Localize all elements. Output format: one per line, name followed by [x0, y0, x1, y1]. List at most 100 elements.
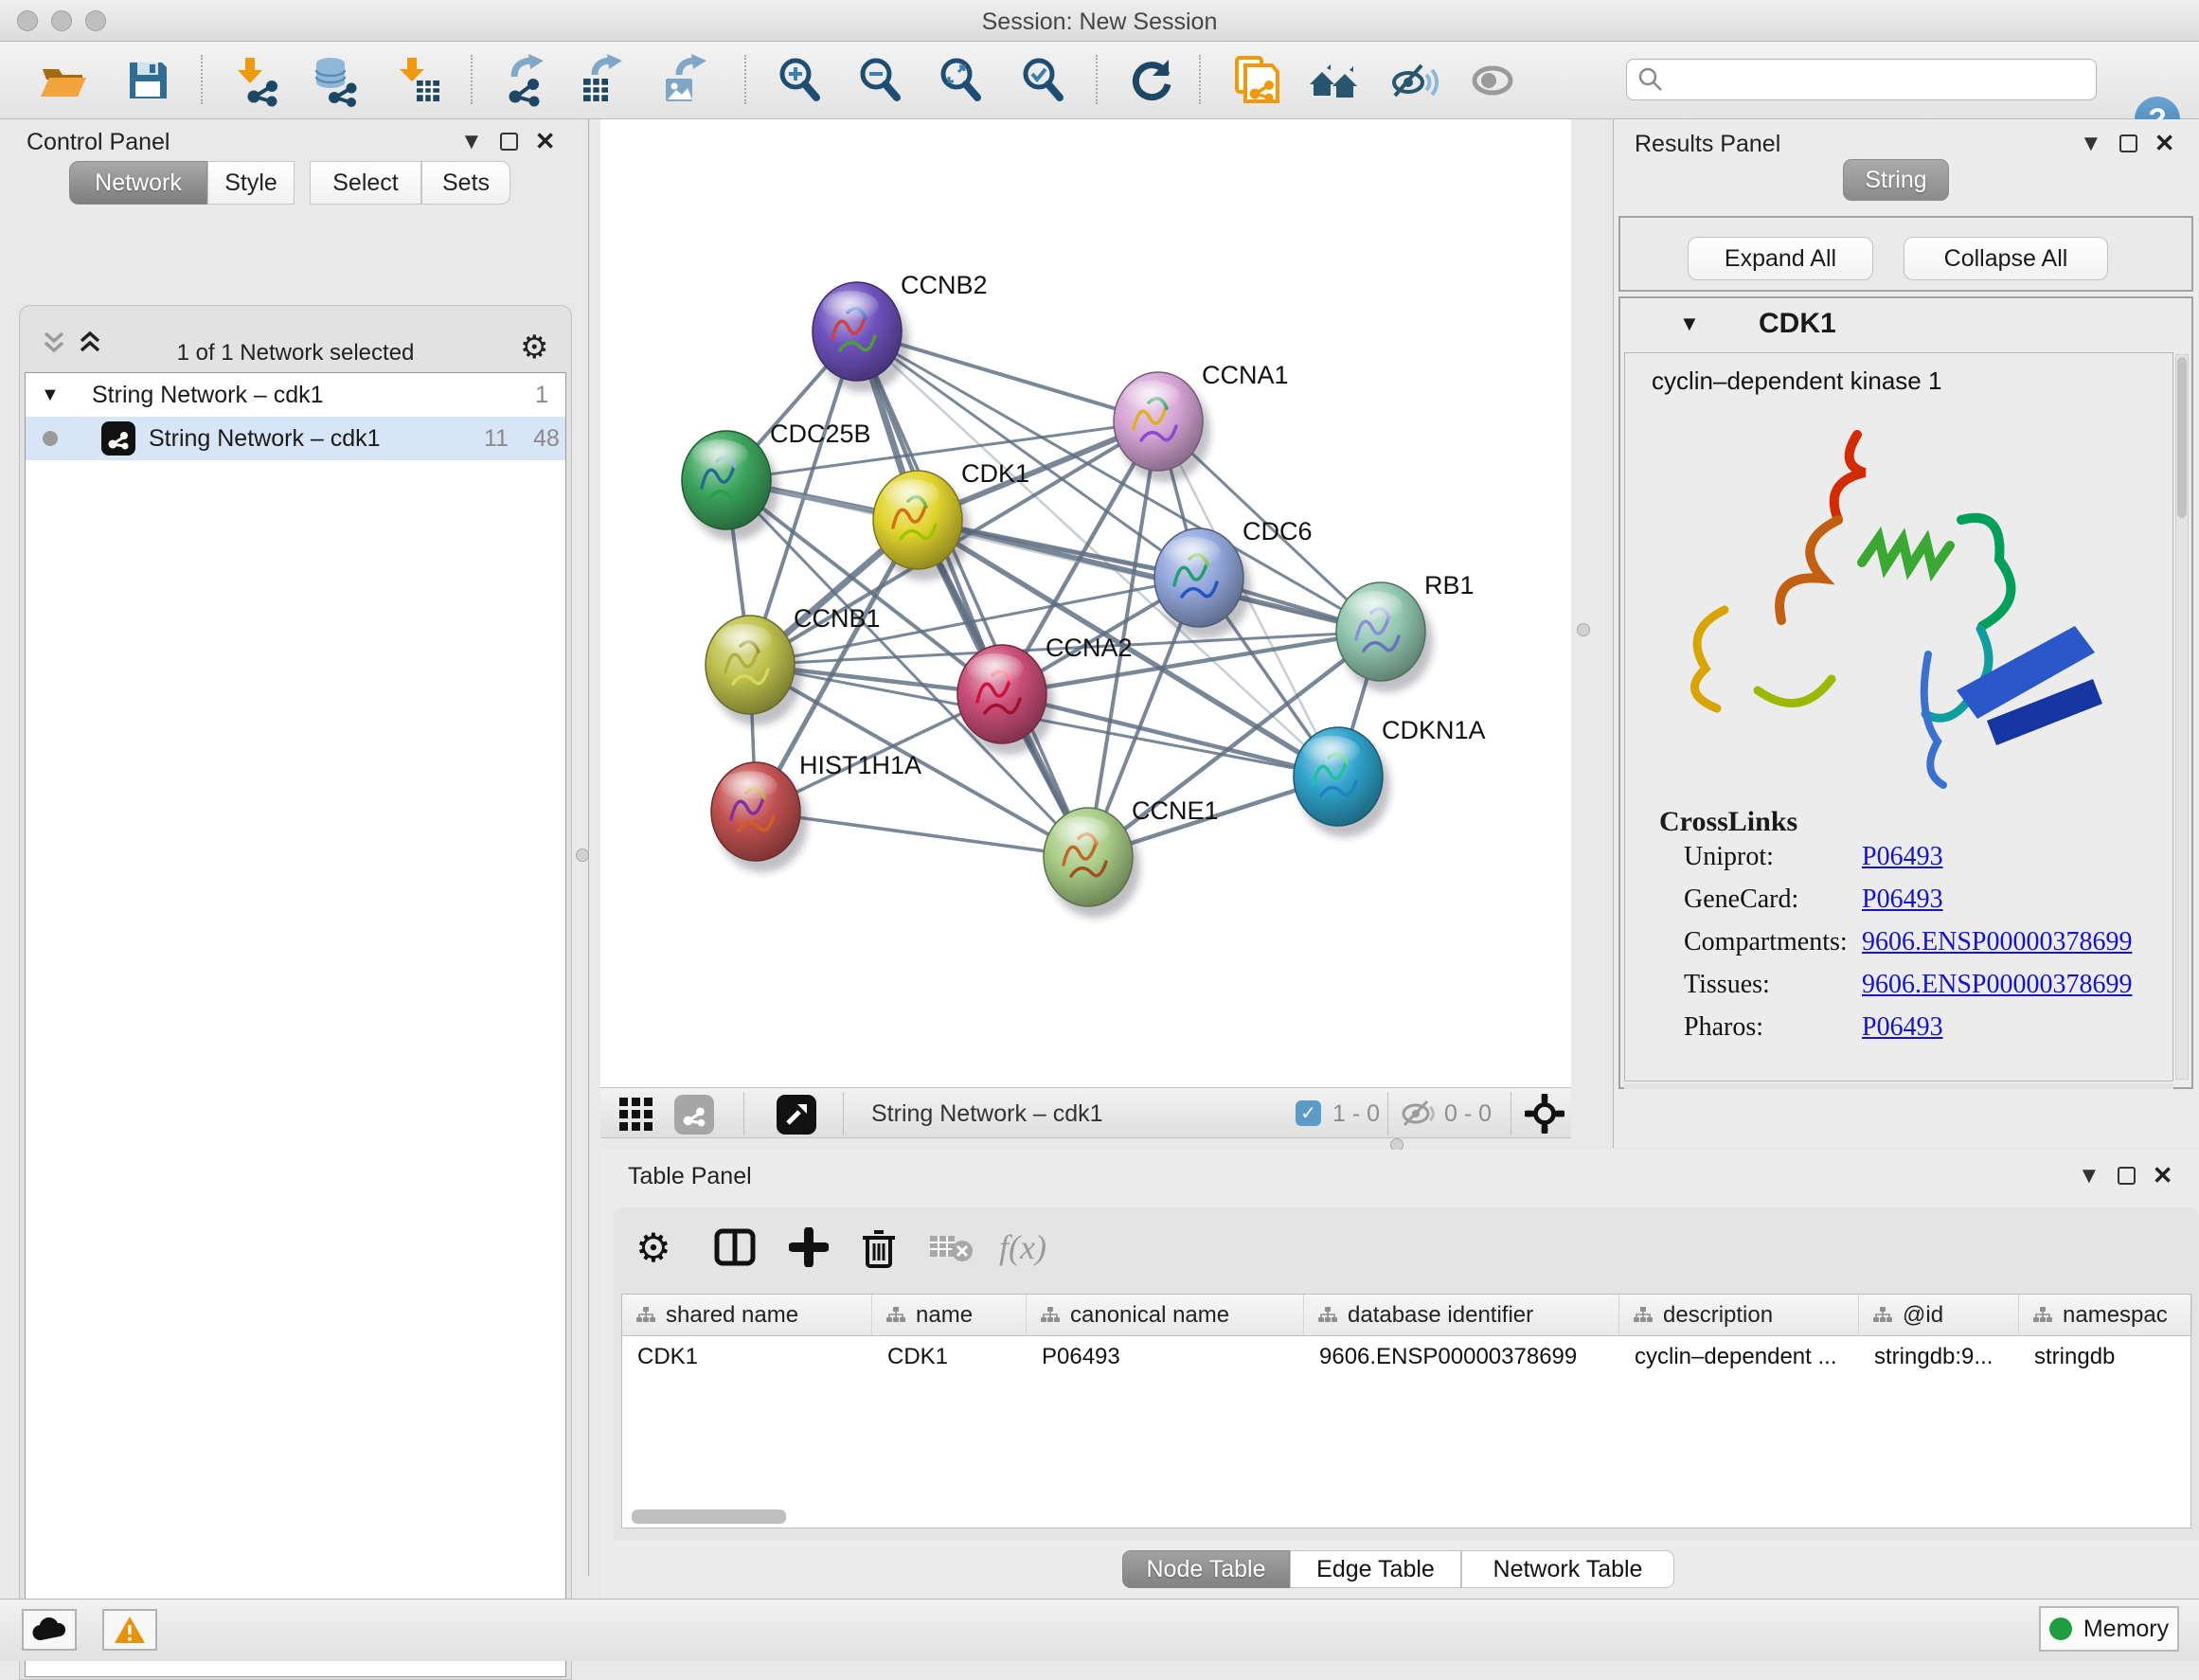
column-header-databaseidentifier[interactable]: database identifier [1304, 1295, 1619, 1335]
column-header-name[interactable]: name [872, 1295, 1027, 1335]
birdseye-view-icon[interactable] [777, 1095, 816, 1135]
crosslink-link[interactable]: P06493 [1862, 842, 1943, 872]
apply-layout-icon[interactable] [1124, 53, 1179, 108]
panel-close-icon[interactable]: ✕ [535, 127, 556, 156]
tab-edge-table[interactable]: Edge Table [1290, 1550, 1461, 1588]
hidden-counts: 0 - 0 [1444, 1100, 1492, 1128]
crosslink-link[interactable]: P06493 [1862, 885, 1943, 915]
table-tabs: Node TableEdge TableNetwork Table [600, 1550, 2199, 1588]
cloud-button[interactable] [22, 1609, 77, 1651]
crosslink-link[interactable]: P06493 [1862, 1012, 1943, 1043]
open-file-icon[interactable] [36, 53, 91, 108]
table-add-icon[interactable] [782, 1221, 835, 1274]
node-CDK1[interactable]: CDK1 [873, 459, 1029, 581]
string-network-view[interactable]: CCNB2CCNA1CDC25BCDK1CDC6RB1CCNB1CCNA2CDK… [600, 119, 1571, 1087]
crosslink-label: GeneCard: [1684, 885, 1798, 915]
search-field[interactable] [1626, 59, 2097, 100]
table-columns-icon[interactable] [708, 1221, 761, 1274]
table-delete-table-icon[interactable] [924, 1221, 977, 1274]
panel-collapse-icon[interactable]: ▼ [460, 129, 483, 155]
show-all-eye-icon[interactable] [1465, 53, 1520, 108]
tab-network[interactable]: Network [69, 161, 207, 205]
duplicate-network-icon[interactable] [1228, 53, 1283, 108]
panel-close-icon[interactable]: ✕ [2154, 129, 2175, 158]
node-CCNE1[interactable]: CCNE1 [1044, 796, 1219, 918]
column-header-canonicalname[interactable]: canonical name [1027, 1295, 1304, 1335]
node-label-HIST1H1A: HIST1H1A [799, 751, 921, 779]
selected-counts: 1 - 0 [1332, 1100, 1380, 1128]
selected-checkbox-icon[interactable]: ✓ [1296, 1100, 1321, 1126]
table-function-icon[interactable]: f(x) [996, 1221, 1049, 1274]
import-network-database-icon[interactable] [308, 53, 363, 108]
panel-float-icon[interactable] [500, 133, 518, 151]
node-gloss [691, 439, 748, 470]
toolbar-separator [744, 55, 746, 104]
home-icon[interactable] [1307, 53, 1362, 108]
export-image-icon[interactable] [657, 53, 712, 108]
right-splitter-handle[interactable] [1577, 623, 1590, 636]
table-panel-title: Table Panel [628, 1163, 752, 1190]
network-row[interactable]: String Network – cdk1 11 48 [26, 417, 565, 460]
node-CCNB1[interactable]: CCNB1 [706, 604, 881, 725]
tab-sets[interactable]: Sets [421, 161, 510, 205]
node-gloss [1164, 537, 1221, 567]
tab-string[interactable]: String [1843, 159, 1949, 201]
zoom-selected-icon[interactable] [1015, 53, 1070, 108]
expand-all-button[interactable]: Expand All [1688, 237, 1873, 280]
node-CDKN1A[interactable]: CDKN1A [1294, 716, 1486, 837]
column-header-namespac[interactable]: namespac [2019, 1295, 2192, 1335]
panel-float-icon[interactable] [2119, 134, 2137, 152]
results-vertical-scrollbar[interactable] [2175, 354, 2189, 1080]
fit-crosshair-icon[interactable] [1525, 1094, 1564, 1134]
section-collapse-icon[interactable]: ▼ [1679, 312, 1700, 336]
gear-icon[interactable]: ⚙ [520, 329, 548, 366]
memory-button[interactable]: Memory [2039, 1606, 2179, 1652]
network-canvas[interactable]: CCNB2CCNA1CDC25BCDK1CDC6RB1CCNB1CCNA2CDK… [600, 119, 1571, 1087]
table-horizontal-scrollbar[interactable] [632, 1510, 786, 1524]
tree-expand-icon[interactable]: ▼ [41, 384, 60, 406]
network-collection-row[interactable]: ▼ String Network – cdk1 1 [26, 373, 565, 417]
tab-style[interactable]: Style [207, 161, 295, 205]
collapse-all-button[interactable]: Collapse All [1904, 237, 2108, 280]
gene-section-header[interactable]: ▼ CDK1 [1620, 298, 2191, 350]
panel-collapse-icon[interactable]: ▼ [2078, 1163, 2101, 1189]
column-header-id[interactable]: @id [1859, 1295, 2019, 1335]
node-table[interactable]: shared namenamecanonical namedatabase id… [621, 1294, 2191, 1528]
share-view-icon[interactable] [674, 1095, 714, 1135]
zoom-fit-icon[interactable] [933, 53, 988, 108]
save-session-icon[interactable] [120, 53, 175, 108]
column-header-sharedname[interactable]: shared name [622, 1295, 872, 1335]
search-input[interactable] [1665, 66, 2072, 93]
crosslink-link[interactable]: 9606.ENSP00000378699 [1862, 970, 2132, 1000]
table-cell: 9606.ENSP00000378699 [1304, 1336, 1619, 1378]
zoom-out-icon[interactable] [852, 53, 907, 108]
hide-unhide-icon[interactable] [1386, 53, 1441, 108]
tab-node-table[interactable]: Node Table [1122, 1550, 1290, 1588]
node-CDC25B[interactable]: CDC25B [682, 420, 871, 541]
node-HIST1H1A[interactable]: HIST1H1A [711, 751, 921, 872]
tab-select[interactable]: Select [310, 161, 421, 205]
node-CCNB2[interactable]: CCNB2 [813, 271, 988, 392]
crosslink-link[interactable]: 9606.ENSP00000378699 [1862, 927, 2132, 957]
export-table-icon[interactable] [575, 53, 630, 108]
table-delete-icon[interactable] [852, 1221, 905, 1274]
main-toolbar: ? [0, 42, 2199, 119]
panel-collapse-icon[interactable]: ▼ [2080, 131, 2102, 157]
zoom-in-icon[interactable] [772, 53, 827, 108]
import-network-file-icon[interactable] [229, 53, 284, 108]
panel-float-icon[interactable] [2118, 1167, 2136, 1185]
node-RB1[interactable]: RB1 [1336, 571, 1475, 692]
gene-details: cyclin–dependent kinase 1 CrossLinks Uni… [1624, 352, 2173, 1081]
results-horizontal-scrollbar[interactable] [1624, 1083, 2173, 1089]
table-row[interactable]: CDK1CDK1P064939606.ENSP00000378699cyclin… [622, 1336, 2190, 1378]
export-network-icon[interactable] [498, 53, 553, 108]
column-type-icon [2032, 1306, 2053, 1325]
column-header-description[interactable]: description [1619, 1295, 1859, 1335]
tab-network-table[interactable]: Network Table [1461, 1550, 1674, 1588]
warning-button[interactable] [102, 1609, 157, 1651]
grid-view-icon[interactable] [617, 1096, 655, 1134]
import-table-file-icon[interactable] [391, 53, 446, 108]
left-splitter-handle[interactable] [576, 849, 589, 862]
table-gear-icon[interactable]: ⚙ [627, 1221, 680, 1274]
panel-close-icon[interactable]: ✕ [2153, 1161, 2173, 1190]
